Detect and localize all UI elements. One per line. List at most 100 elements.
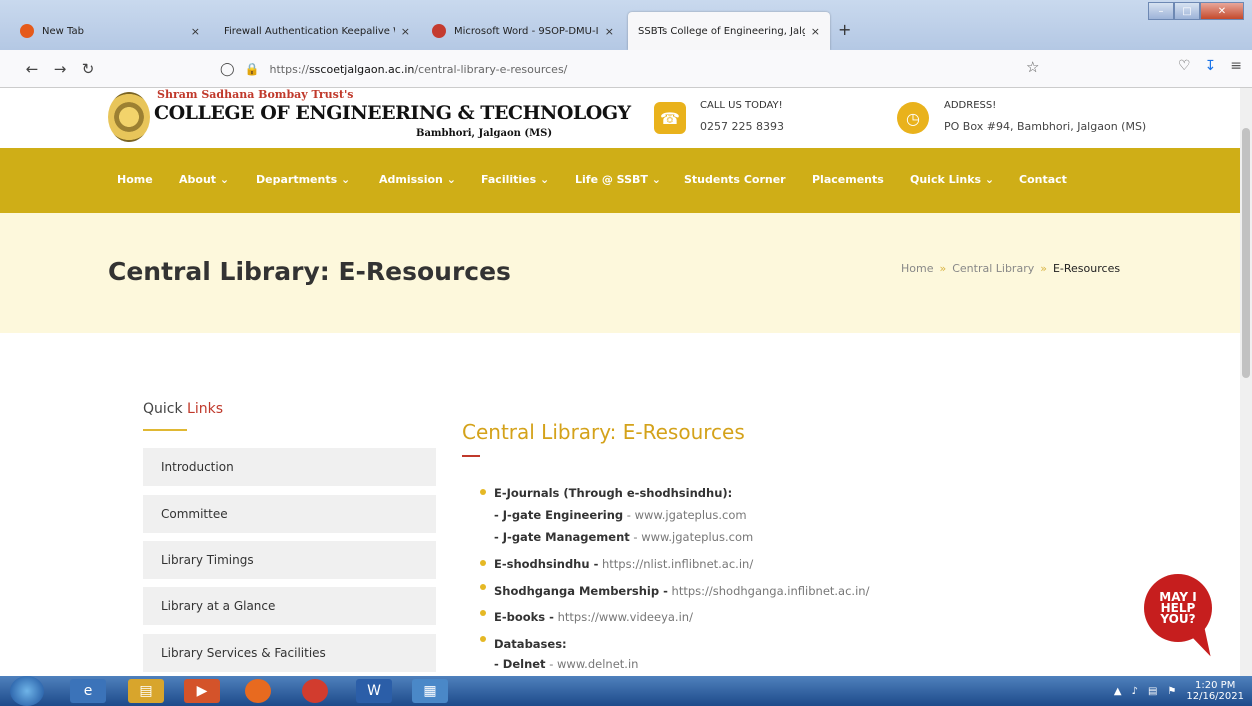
jgate-mgmt-label: - J-gate Management bbox=[494, 530, 630, 544]
eshodh-label: E-shodhsindhu - bbox=[494, 557, 599, 571]
breadcrumb: Home » Central Library » E-Resources bbox=[901, 262, 1120, 275]
bullet-icon bbox=[480, 610, 486, 616]
sidebar-item-library-timings[interactable]: Library Timings bbox=[143, 541, 436, 579]
reload-icon[interactable]: ↻ bbox=[74, 60, 102, 78]
ebooks-label: E-books - bbox=[494, 610, 554, 624]
windows-taskbar: e ▤ ▶ W ▦ ▲ ♪ ▤ ⚑ 1:20 PM 12/16/2021 bbox=[0, 676, 1252, 706]
ejournals-label: E-Journals (Through e-shodhsindhu): bbox=[494, 486, 733, 500]
sidebar-item-committee[interactable]: Committee bbox=[143, 495, 436, 533]
trust-name: Shram Sadhana Bombay Trust's bbox=[157, 88, 354, 101]
bookmark-star-icon[interactable]: ☆ bbox=[1026, 58, 1039, 76]
close-icon[interactable]: × bbox=[605, 25, 614, 38]
sidebar-item-introduction[interactable]: Introduction bbox=[143, 448, 436, 486]
menu-item-departments[interactable]: Departments ⌄ bbox=[256, 173, 350, 186]
forward-icon[interactable]: → bbox=[46, 60, 74, 78]
media-player-icon[interactable]: ▶ bbox=[184, 679, 220, 703]
show-hidden-icon[interactable]: ▲ bbox=[1114, 686, 1122, 697]
shodhganga-link[interactable]: https://shodhganga.inflibnet.ac.in/ bbox=[668, 584, 870, 598]
start-button[interactable] bbox=[10, 676, 44, 706]
list-item: Shodhganga Membership - https://shodhgan… bbox=[494, 584, 869, 598]
toolbar-icons: ♡ ↧ ≡ bbox=[1178, 58, 1242, 74]
word-icon[interactable]: W bbox=[356, 679, 392, 703]
menu-item-home[interactable]: Home bbox=[117, 173, 153, 186]
menu-item-placements[interactable]: Placements bbox=[812, 173, 884, 186]
close-icon[interactable]: × bbox=[811, 25, 820, 38]
menu-item-about[interactable]: About ⌄ bbox=[179, 173, 229, 186]
close-icon[interactable]: × bbox=[401, 25, 410, 38]
close-icon[interactable]: × bbox=[191, 25, 200, 38]
eshodh-link[interactable]: https://nlist.inflibnet.ac.in/ bbox=[598, 557, 753, 571]
clock-date: 12/16/2021 bbox=[1186, 691, 1244, 702]
delnet-label: - Delnet bbox=[494, 657, 546, 671]
tab-title: SSBTs College of Engineering, Jalga bbox=[638, 25, 805, 37]
list-item: E-books - https://www.videeya.in/ bbox=[494, 610, 693, 624]
list-item: - Delnet - www.delnet.in bbox=[494, 657, 638, 671]
bullet-icon bbox=[480, 636, 486, 642]
url-host: sscoetjalgaon.ac.in bbox=[308, 62, 415, 76]
menu-icon[interactable]: ≡ bbox=[1230, 58, 1242, 74]
tab-word[interactable]: Microsoft Word - 9SOP-DMU-I × bbox=[422, 12, 624, 50]
shodhganga-label: Shodhganga Membership - bbox=[494, 584, 668, 598]
tab-firewall[interactable]: Firewall Authentication Keepalive W × bbox=[214, 12, 420, 50]
scrollbar-thumb[interactable] bbox=[1242, 128, 1250, 378]
explorer-icon[interactable]: ▤ bbox=[128, 679, 164, 703]
menu-item-quick-links[interactable]: Quick Links ⌄ bbox=[910, 173, 994, 186]
bullet-icon bbox=[480, 489, 486, 495]
tab-ssbt[interactable]: SSBTs College of Engineering, Jalga × bbox=[628, 12, 830, 50]
college-place: Bambhori, Jalgaon (MS) bbox=[416, 128, 553, 139]
page-scrollbar[interactable] bbox=[1240, 88, 1252, 676]
firefox-icon bbox=[20, 24, 34, 38]
college-logo[interactable] bbox=[108, 92, 150, 142]
call-value: 0257 225 8393 bbox=[700, 120, 784, 133]
site-header: Shram Sadhana Bombay Trust's COLLEGE OF … bbox=[0, 88, 1240, 148]
page-title: Central Library: E-Resources bbox=[108, 257, 511, 286]
list-item: - J-gate Management - www.jgateplus.com bbox=[494, 530, 753, 544]
word-icon bbox=[432, 24, 446, 38]
back-icon[interactable]: ← bbox=[18, 60, 46, 78]
sidebar-item-library-services[interactable]: Library Services & Facilities bbox=[143, 634, 436, 672]
maximize-icon[interactable]: □ bbox=[1174, 2, 1200, 20]
tab-new-tab[interactable]: New Tab × bbox=[10, 12, 210, 50]
sidebar-item-library-at-a-glance[interactable]: Library at a Glance bbox=[143, 587, 436, 625]
system-tray: ▲ ♪ ▤ ⚑ 1:20 PM 12/16/2021 bbox=[1114, 680, 1244, 702]
network-icon[interactable]: ▤ bbox=[1148, 686, 1157, 697]
clock-time: 1:20 PM bbox=[1195, 680, 1236, 691]
breadcrumb-central-library[interactable]: Central Library bbox=[952, 262, 1034, 275]
delnet-link[interactable]: - www.delnet.in bbox=[546, 657, 638, 671]
menu-item-admission[interactable]: Admission ⌄ bbox=[379, 173, 456, 186]
help-chat-button[interactable]: MAY I HELP YOU? bbox=[1144, 574, 1212, 642]
new-tab-button[interactable]: + bbox=[838, 20, 851, 39]
action-center-icon[interactable]: ⚑ bbox=[1167, 686, 1176, 697]
browser-tab-bar: New Tab × Firewall Authentication Keepal… bbox=[0, 0, 1252, 50]
list-item: - J-gate Engineering - www.jgateplus.com bbox=[494, 508, 747, 522]
jgate-eng-link[interactable]: - www.jgateplus.com bbox=[623, 508, 747, 522]
help-line-3: YOU? bbox=[1160, 611, 1196, 626]
pocket-icon[interactable]: ♡ bbox=[1178, 58, 1191, 74]
breadcrumb-separator: » bbox=[1040, 262, 1047, 275]
ebooks-link[interactable]: https://www.videeya.in/ bbox=[554, 610, 693, 624]
chrome-icon[interactable] bbox=[302, 679, 328, 703]
menu-item-contact[interactable]: Contact bbox=[1019, 173, 1067, 186]
quick-links-title-a: Quick bbox=[143, 401, 188, 417]
main-menu: Home About ⌄ Departments ⌄ Admission ⌄ F… bbox=[0, 148, 1240, 213]
bullet-icon bbox=[480, 560, 486, 566]
taskbar-clock[interactable]: 1:20 PM 12/16/2021 bbox=[1186, 680, 1244, 702]
breadcrumb-home[interactable]: Home bbox=[901, 262, 933, 275]
menu-item-life[interactable]: Life @ SSBT ⌄ bbox=[575, 173, 661, 186]
jgate-mgmt-link[interactable]: - www.jgateplus.com bbox=[630, 530, 753, 544]
menu-item-students-corner[interactable]: Students Corner bbox=[684, 173, 786, 186]
menu-item-facilities[interactable]: Facilities ⌄ bbox=[481, 173, 549, 186]
list-item: E-shodhsindhu - https://nlist.inflibnet.… bbox=[494, 557, 753, 571]
firefox-icon[interactable] bbox=[245, 679, 271, 703]
window-close-icon[interactable]: ✕ bbox=[1200, 2, 1244, 20]
ejournals-heading: E-Journals (Through e-shodhsindhu): bbox=[494, 486, 732, 500]
volume-icon[interactable]: ♪ bbox=[1132, 686, 1138, 697]
content-title: Central Library: E-Resources bbox=[462, 420, 745, 444]
minimize-icon[interactable]: – bbox=[1148, 2, 1174, 20]
quick-links-title-b: Links bbox=[187, 401, 224, 417]
url-bar[interactable]: ◯ 🔒 https:// sscoetjalgaon.ac.in /centra… bbox=[220, 56, 1060, 82]
lock-icon: 🔒 bbox=[244, 62, 260, 76]
ie-icon[interactable]: e bbox=[70, 679, 106, 703]
calculator-icon[interactable]: ▦ bbox=[412, 679, 448, 703]
download-icon[interactable]: ↧ bbox=[1205, 58, 1217, 74]
